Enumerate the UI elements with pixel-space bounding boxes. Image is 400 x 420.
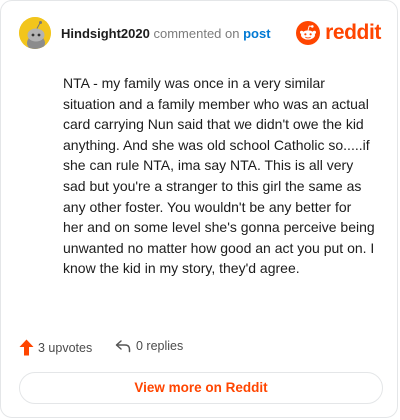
reddit-brand[interactable]: reddit [296,18,381,48]
comment-body: NTA - my family was once in a very simil… [63,75,375,277]
upvotes[interactable]: 3 upvotes [19,339,92,356]
reply-arrow-icon [115,340,131,353]
post-link[interactable]: post [243,26,270,41]
view-more-button[interactable]: View more on Reddit [19,372,383,404]
replies[interactable]: 0 replies [115,339,183,353]
reddit-snoo-icon [296,21,321,45]
comment-stats: 3 upvotes 0 replies [19,339,379,359]
snoo-avatar-icon [19,17,51,49]
replies-count: 0 replies [136,339,184,353]
reddit-wordmark: reddit [325,21,381,44]
upvotes-count: 3 upvotes [38,340,93,355]
username[interactable]: Hindsight2020 [61,26,150,41]
upvote-arrow-icon [19,339,34,356]
avatar[interactable] [19,17,51,49]
action-text: commented on [153,26,240,41]
embedded-comment-card: Hindsight2020 commented on post reddit N… [0,0,398,418]
comment-header: Hindsight2020 commented on post reddit [19,17,381,51]
comment-meta: Hindsight2020 commented on post [61,26,271,41]
